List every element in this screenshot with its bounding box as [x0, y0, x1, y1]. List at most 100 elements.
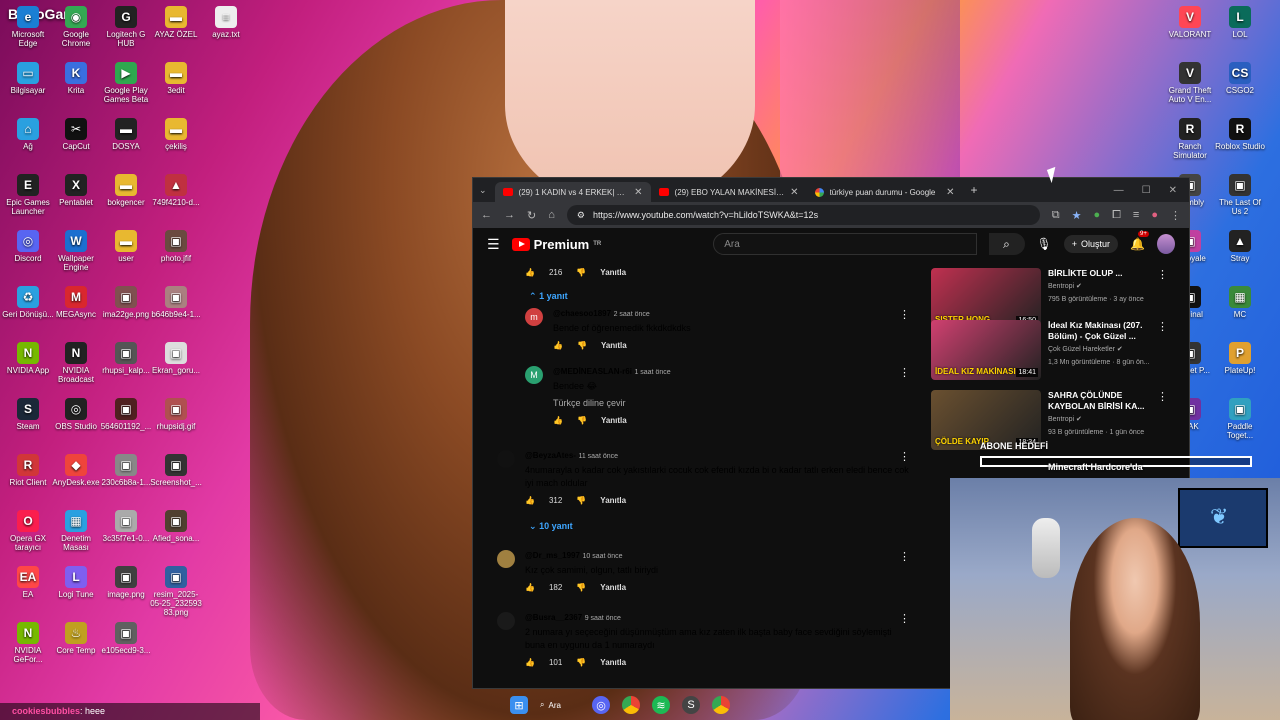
desktop-icon[interactable]: ▣ ima22ge.png	[100, 286, 152, 319]
video-channel[interactable]: Bentropi ✔	[1048, 415, 1158, 425]
desktop-icon[interactable]: ▬ 3edit	[150, 62, 202, 95]
reply-button[interactable]: Yanıtla	[601, 341, 627, 350]
desktop-icon[interactable]: ▦ MC	[1214, 286, 1266, 319]
reply-button[interactable]: Yanıtla	[600, 496, 626, 505]
like-icon[interactable]: 👍	[553, 416, 563, 425]
video-channel[interactable]: Çok Güzel Hareketler ✔	[1048, 345, 1158, 355]
desktop-icon[interactable]: ♻ Geri Dönüşü...	[2, 286, 54, 319]
reload-icon[interactable]: ↻	[527, 209, 536, 222]
comment-author[interactable]: @Busra__2367	[525, 613, 582, 622]
back-icon[interactable]: ←	[481, 209, 492, 221]
profile-icon[interactable]: ●	[1151, 209, 1158, 221]
reply-button[interactable]: Yanıtla	[601, 416, 627, 425]
desktop-icon[interactable]: ▣ rhupsidj.gif	[150, 398, 202, 431]
taskbar-search[interactable]: ⌕ Ara	[540, 700, 580, 710]
video-title[interactable]: BİRLİKTE OLUP ...	[1048, 268, 1158, 279]
dislike-icon[interactable]: 👎	[576, 496, 586, 505]
dislike-icon[interactable]: 👎	[576, 583, 586, 592]
menu-icon[interactable]: ⋮	[1170, 209, 1181, 222]
reply-button[interactable]: Yanıtla	[600, 268, 626, 277]
desktop-icon[interactable]: G Logitech G HUB	[100, 6, 152, 48]
recommended-video[interactable]: SISTER HONG16:50 BİRLİKTE OLUP ... Bentrop…	[931, 268, 1171, 328]
dislike-icon[interactable]: 👎	[577, 416, 587, 425]
show-replies-button[interactable]: ⌄ 10 yanıt	[529, 521, 573, 532]
youtube-logo[interactable]: Premium TR	[511, 237, 601, 252]
avatar[interactable]	[1156, 234, 1175, 254]
desktop-icon[interactable]: ▶ Google Play Games Beta	[100, 62, 152, 104]
desktop-icon[interactable]: P PlateUp!	[1214, 342, 1266, 375]
desktop-icon[interactable]: O Opera GX tarayıcı	[2, 510, 54, 552]
desktop-icon[interactable]: S Steam	[2, 398, 54, 431]
desktop-icon[interactable]: ▬ çekiliş	[150, 118, 202, 151]
reading-list-icon[interactable]: ≡	[1133, 209, 1139, 221]
desktop-icon[interactable]: K Krita	[50, 62, 102, 95]
desktop-icon[interactable]: N NVIDIA App	[2, 342, 54, 375]
comment-author[interactable]: @BeyzaAtes-	[525, 451, 576, 460]
desktop-icon[interactable]: CS CSGO2	[1214, 62, 1266, 95]
comment-menu-icon[interactable]: ⋮	[899, 366, 910, 379]
avatar[interactable]	[497, 550, 515, 568]
reply-button[interactable]: Yanıtla	[600, 583, 626, 592]
search-button[interactable]: ⌕	[988, 233, 1025, 255]
desktop-icon[interactable]: ◎ Discord	[2, 230, 54, 263]
desktop-icon[interactable]: ▣ photo.jfif	[150, 230, 202, 263]
desktop-icon[interactable]: R Ranch Simulator	[1164, 118, 1216, 160]
minimize-icon[interactable]: —	[1114, 185, 1124, 196]
desktop-icon[interactable]: ⌂ Ağ	[2, 118, 54, 151]
desktop-icon[interactable]: ◎ OBS Studio	[50, 398, 102, 431]
comment-menu-icon[interactable]: ⋮	[899, 550, 910, 563]
desktop-icon[interactable]: ▲ Stray	[1214, 230, 1266, 263]
avatar[interactable]	[497, 612, 515, 630]
close-window-icon[interactable]: ✕	[1169, 185, 1177, 196]
recommended-video[interactable]: ÇÖLDE KAYIP 18:34 SAHRA ÇÖLÜNDE KAYBOLAN B…	[931, 390, 1171, 450]
chrome-icon[interactable]	[622, 696, 640, 714]
desktop-icon[interactable]: ▣ resim_2025-05-25_232593 83.png	[150, 566, 202, 617]
desktop-icon[interactable]: ▦ Denetim Masası	[50, 510, 102, 552]
desktop-icon[interactable]: ✂ CapCut	[50, 118, 102, 151]
desktop-icon[interactable]: X Pentablet	[50, 174, 102, 207]
spotify-icon[interactable]: ≋	[652, 696, 670, 714]
desktop-icon[interactable]: ▬ bokgencer	[100, 174, 152, 207]
video-menu-icon[interactable]: ⋮	[1157, 268, 1168, 281]
steam-icon[interactable]: S	[682, 696, 700, 714]
comment-author[interactable]: @MEDİNEASLAN-r6i	[553, 367, 632, 376]
like-icon[interactable]: 👍	[525, 496, 535, 505]
desktop-icon[interactable]: N NVIDIA Broadcast	[50, 342, 102, 384]
desktop-icon[interactable]: ▣ Ekran_goru...	[150, 342, 202, 375]
desktop-icon[interactable]: ▲ 749f4210-d...	[150, 174, 202, 207]
video-menu-icon[interactable]: ⋮	[1157, 390, 1168, 403]
desktop-icon[interactable]: ▣ rhupsi_kalp...	[100, 342, 152, 375]
like-icon[interactable]: 👍	[553, 341, 563, 350]
avatar[interactable]: m	[525, 308, 543, 326]
desktop-icon[interactable]: ▣ 564601192_...	[100, 398, 152, 431]
new-tab-icon[interactable]: +	[971, 183, 978, 197]
desktop-icon[interactable]: M MEGAsync	[50, 286, 102, 319]
video-thumbnail[interactable]: İDEAL KIZ MAKİNASI 18:41	[931, 320, 1041, 380]
extensions-puzzle-icon[interactable]: ⧠	[1112, 209, 1121, 222]
comment-author[interactable]: @Dr_ms_1997	[525, 551, 580, 560]
like-icon[interactable]: 👍	[525, 268, 535, 277]
desktop-icon[interactable]: L LOL	[1214, 6, 1266, 39]
comment-menu-icon[interactable]: ⋮	[899, 308, 910, 321]
avatar[interactable]	[497, 450, 515, 468]
create-button[interactable]: + Oluştur	[1063, 235, 1119, 253]
desktop-icon[interactable]: ≡ ayaz.txt	[200, 6, 252, 39]
desktop-icon[interactable]: EA EA	[2, 566, 54, 599]
forward-icon[interactable]: →	[504, 209, 515, 221]
video-channel[interactable]: Bentropi ✔	[1048, 282, 1158, 292]
desktop-icon[interactable]: E Epic Games Launcher	[2, 174, 54, 216]
bookmark-star-icon[interactable]: ★	[1072, 209, 1082, 222]
desktop-icon[interactable]: L Logi Tune	[50, 566, 102, 599]
dislike-icon[interactable]: 👎	[576, 658, 586, 667]
install-icon[interactable]: ⧉	[1052, 209, 1060, 222]
dislike-icon[interactable]: 👎	[577, 341, 587, 350]
desktop-icon[interactable]: ▬ AYAZ ÖZEL	[150, 6, 202, 39]
start-icon[interactable]: ⊞	[510, 696, 528, 714]
desktop-icon[interactable]: ▬ user	[100, 230, 152, 263]
microphone-icon[interactable]: 🎙	[1037, 237, 1052, 251]
desktop-icon[interactable]: ▣ 3c35f7e1-0...	[100, 510, 152, 543]
site-info-icon[interactable]: ⚙	[577, 210, 585, 221]
desktop-icon[interactable]: ▣ image.png	[100, 566, 152, 599]
avatar[interactable]: M	[525, 366, 543, 384]
url-field[interactable]: ⚙ https://www.youtube.com/watch?v=hLildo…	[566, 205, 1040, 225]
